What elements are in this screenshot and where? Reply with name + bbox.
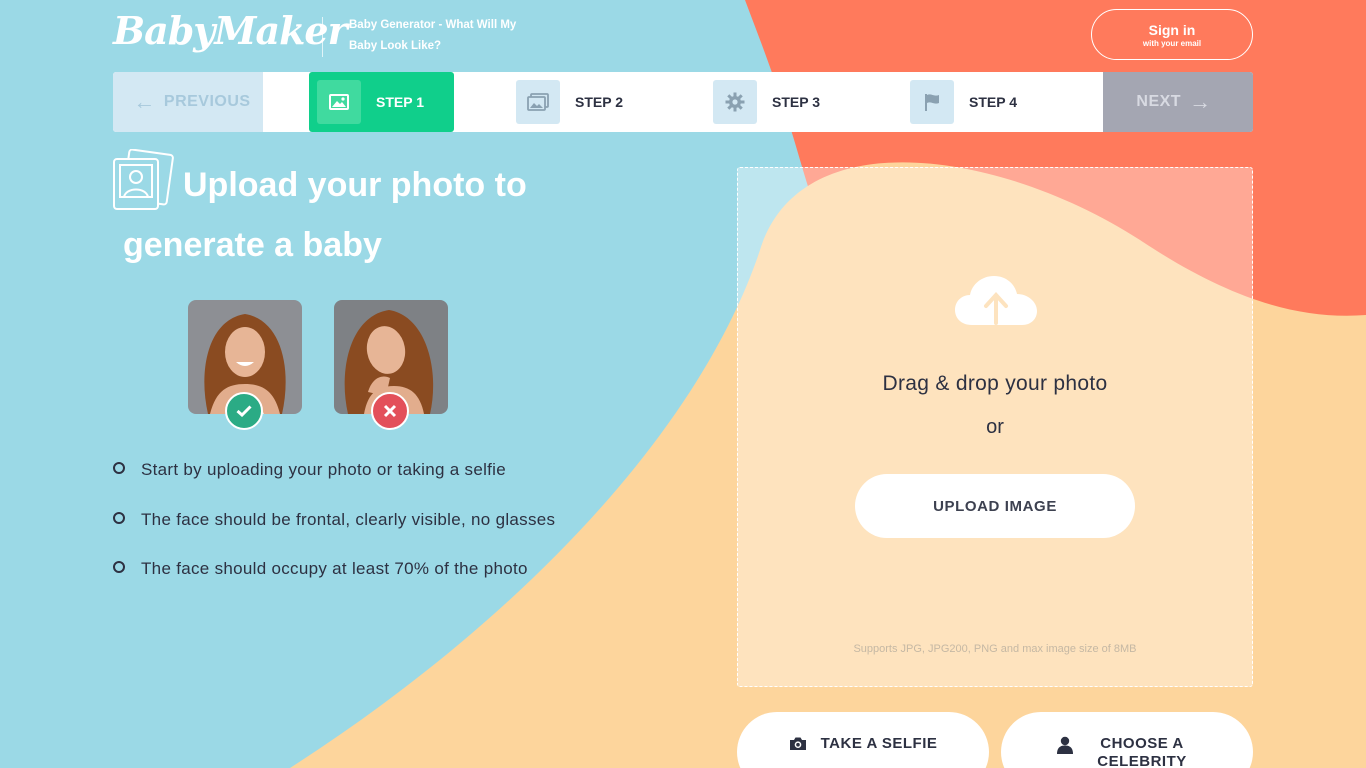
step-1[interactable]: STEP 1 bbox=[309, 72, 454, 132]
list-item: The face should be frontal, clearly visi… bbox=[113, 508, 673, 558]
previous-button[interactable]: ← PREVIOUS bbox=[113, 72, 263, 132]
upload-dropzone[interactable]: Drag & drop your photo or UPLOAD IMAGE S… bbox=[737, 167, 1253, 687]
or-text: or bbox=[986, 416, 1004, 438]
next-label: NEXT bbox=[1136, 93, 1182, 110]
step-3[interactable]: STEP 3 bbox=[705, 72, 820, 132]
images-icon bbox=[516, 80, 560, 124]
list-item: Start by uploading your photo or taking … bbox=[113, 458, 673, 508]
tip-text: The face should occupy at least 70% of t… bbox=[141, 559, 528, 578]
choose-celebrity-button[interactable]: CHOOSE A CELEBRITY bbox=[1001, 712, 1253, 768]
arrow-right-icon: → bbox=[1189, 89, 1212, 114]
cloud-upload-icon bbox=[955, 276, 1037, 325]
stepper: ← PREVIOUS STEP 1 STEP 2 STEP 3 STEP 4 N… bbox=[113, 72, 1253, 132]
drag-drop-text: Drag & drop your photo bbox=[882, 372, 1108, 395]
next-button[interactable]: NEXT → bbox=[1103, 72, 1253, 132]
cross-icon bbox=[371, 392, 409, 430]
step-1-label: STEP 1 bbox=[376, 94, 424, 110]
sign-in-label: Sign in bbox=[1148, 22, 1196, 38]
bullet-icon bbox=[113, 561, 125, 573]
upload-image-button[interactable]: UPLOAD IMAGE bbox=[855, 474, 1135, 538]
bullet-icon bbox=[113, 511, 125, 524]
choose-celebrity-label: CHOOSE A CELEBRITY bbox=[1097, 735, 1187, 768]
tips-list: Start by uploading your photo or taking … bbox=[113, 458, 673, 607]
check-icon bbox=[225, 392, 263, 430]
step-2-label: STEP 2 bbox=[575, 94, 623, 110]
user-icon bbox=[1057, 736, 1073, 754]
arrow-left-icon: ← bbox=[133, 89, 156, 114]
header-divider bbox=[322, 17, 323, 57]
step-4[interactable]: STEP 4 bbox=[902, 72, 1017, 132]
image-icon bbox=[317, 80, 361, 124]
take-selfie-label: TAKE A SELFIE bbox=[820, 735, 938, 752]
logo[interactable]: BabyMaker bbox=[113, 8, 348, 53]
gear-icon bbox=[713, 80, 757, 124]
page-title: Upload your photo to generate a baby bbox=[123, 166, 527, 264]
sign-in-button[interactable]: Sign in with your email bbox=[1091, 9, 1253, 60]
take-selfie-button[interactable]: TAKE A SELFIE bbox=[737, 712, 989, 768]
bullet-icon bbox=[113, 462, 125, 474]
tip-text: The face should be frontal, clearly visi… bbox=[141, 509, 556, 529]
step-3-label: STEP 3 bbox=[772, 94, 820, 110]
list-item: The face should occupy at least 70% of t… bbox=[113, 557, 673, 607]
flag-icon bbox=[910, 80, 954, 124]
tagline: Baby Generator - What Will My Baby Look … bbox=[349, 19, 517, 52]
previous-label: PREVIOUS bbox=[163, 93, 251, 110]
step-4-label: STEP 4 bbox=[969, 94, 1017, 110]
supported-formats-text: Supports JPG, JPG200, PNG and max image … bbox=[853, 643, 1137, 655]
tip-text: Start by uploading your photo or taking … bbox=[141, 460, 507, 479]
sign-in-sublabel: with your email bbox=[1142, 39, 1202, 48]
camera-icon bbox=[789, 737, 806, 750]
step-2[interactable]: STEP 2 bbox=[508, 72, 623, 132]
